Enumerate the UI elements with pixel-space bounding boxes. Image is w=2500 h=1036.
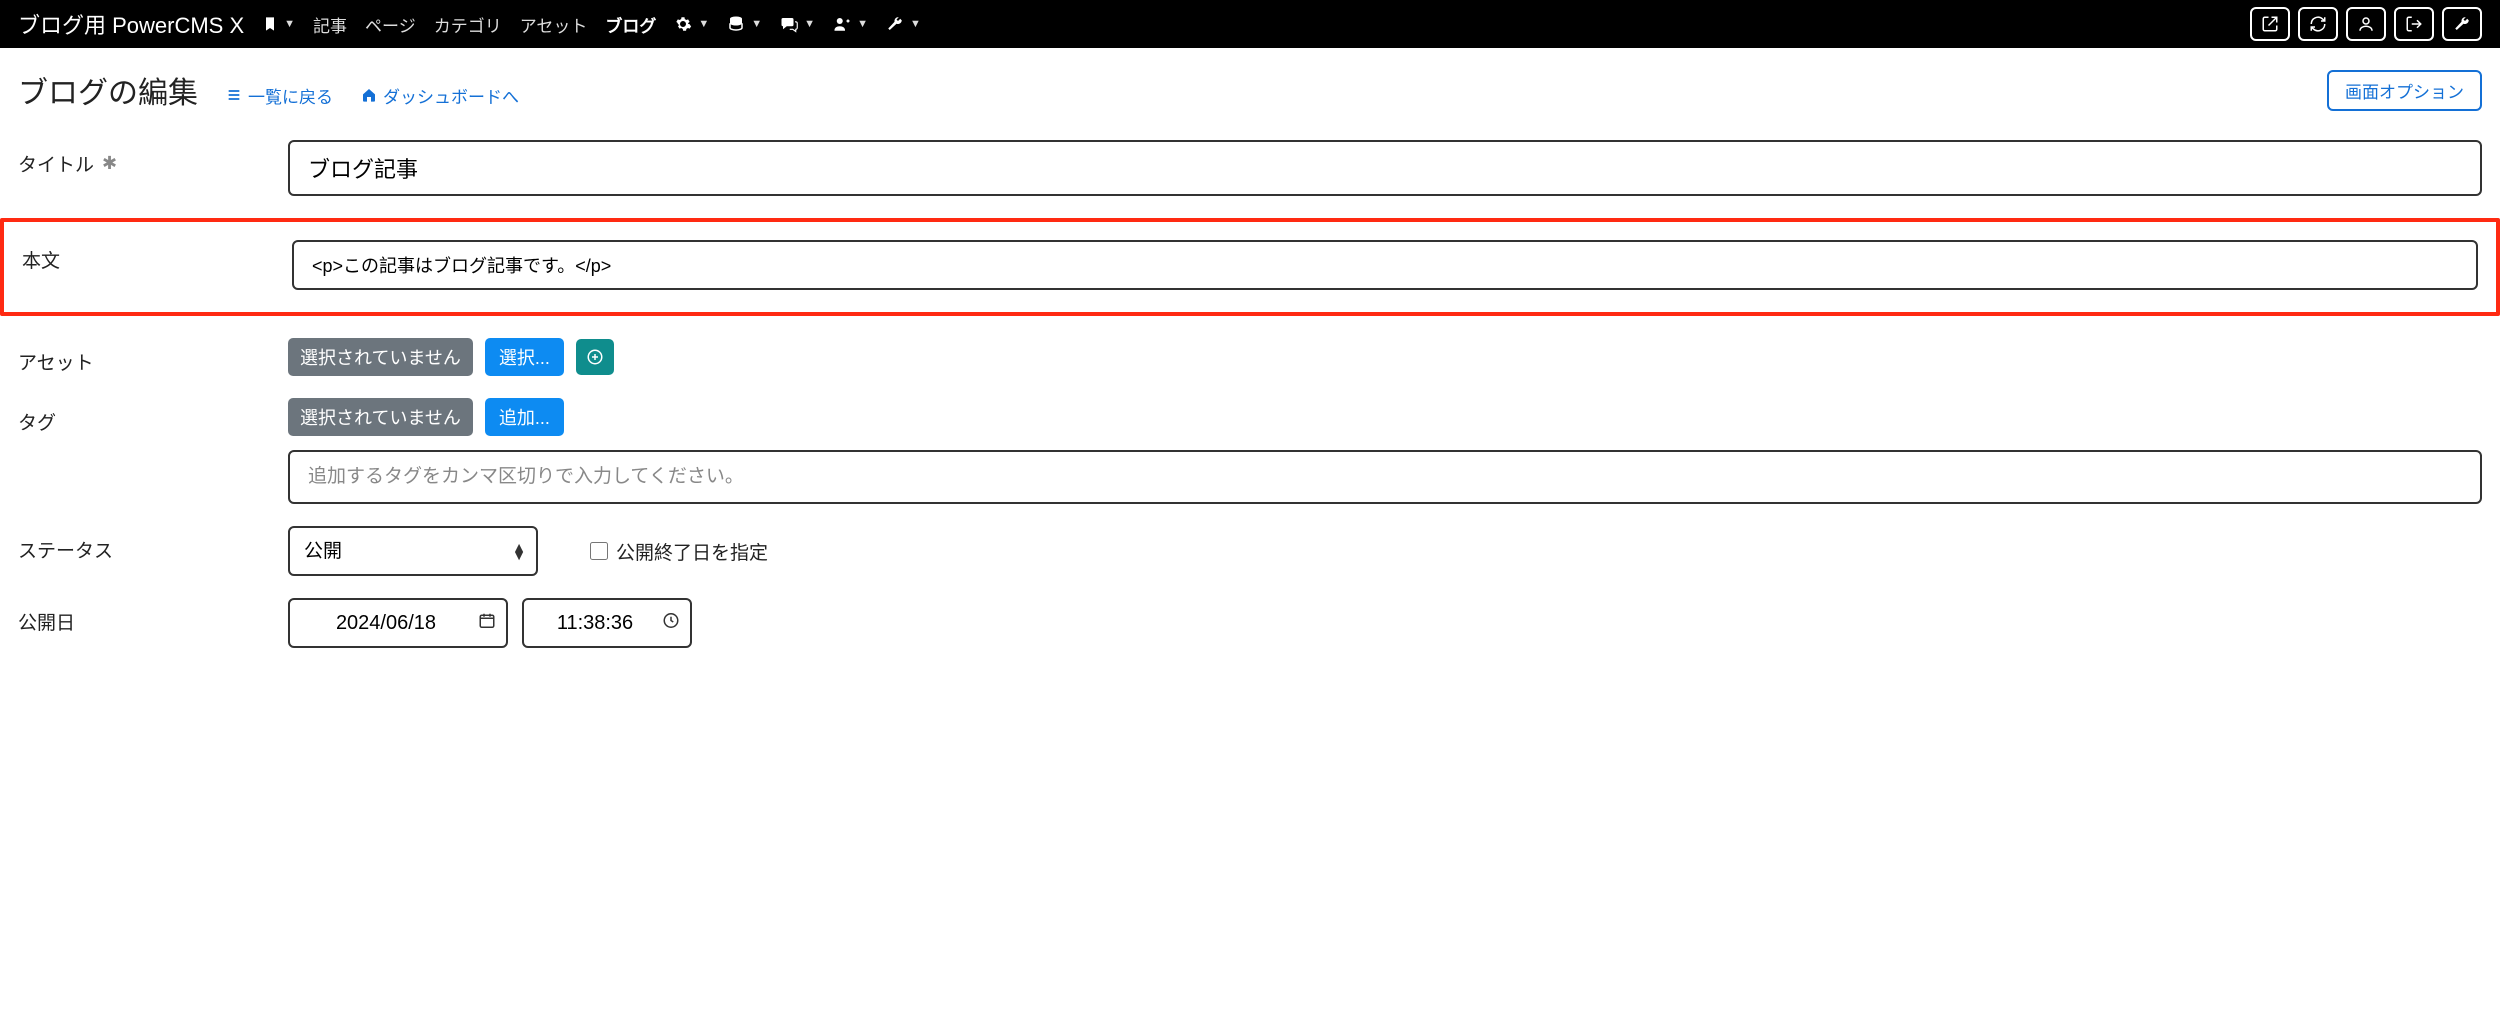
asset-select-button[interactable]: 選択...: [485, 338, 564, 376]
asset-none-badge: 選択されていません: [288, 338, 473, 376]
nav-settings[interactable]: ▼: [674, 15, 709, 33]
list-icon: [226, 87, 242, 103]
label-tag: タグ: [18, 398, 268, 435]
brand-title[interactable]: ブログ用 PowerCMS X: [18, 8, 244, 40]
plus-circle-icon: [586, 348, 604, 366]
wrench-icon: [2453, 15, 2471, 33]
label-status: ステータス: [18, 526, 268, 563]
home-icon: [361, 87, 377, 103]
nav-users[interactable]: ▼: [833, 15, 868, 33]
publish-time-input[interactable]: [522, 598, 692, 648]
page-header: ブログの編集 一覧に戻る ダッシュボードへ 画面オプション: [18, 68, 2482, 112]
external-link-icon: [2261, 15, 2279, 33]
back-to-list-link[interactable]: 一覧に戻る: [226, 83, 333, 108]
tag-input[interactable]: [288, 450, 2482, 504]
bookmark-icon: [262, 16, 278, 32]
refresh-button[interactable]: [2298, 7, 2338, 41]
comments-icon: [780, 15, 798, 33]
row-asset: アセット 選択されていません 選択...: [18, 338, 2482, 376]
nav-item-assets[interactable]: アセット: [520, 12, 588, 37]
user-icon: [2357, 15, 2375, 33]
tag-add-button[interactable]: 追加...: [485, 398, 564, 436]
caret-down-icon: ▼: [698, 18, 709, 30]
row-body-highlighted: 本文: [0, 218, 2500, 316]
page-title: ブログの編集: [18, 68, 198, 112]
label-body: 本文: [22, 240, 272, 273]
caret-down-icon: ▼: [751, 18, 762, 30]
refresh-icon: [2309, 15, 2327, 33]
nav-bookmark[interactable]: ▼: [262, 16, 295, 32]
row-status: ステータス 公開 ▲▼ 公開終了日を指定: [18, 526, 2482, 576]
back-to-list-label: 一覧に戻る: [248, 83, 333, 108]
label-asset: アセット: [18, 338, 268, 375]
nav-item-pages[interactable]: ページ: [365, 12, 416, 37]
logout-icon: [2405, 15, 2423, 33]
nav-comments[interactable]: ▼: [780, 15, 815, 33]
required-icon: ✱: [102, 153, 117, 174]
nav-items: ▼ 記事 ページ カテゴリ アセット ブログ ▼ ▼: [262, 12, 921, 37]
tag-none-badge: 選択されていません: [288, 398, 473, 436]
topbar: ブログ用 PowerCMS X ▼ 記事 ページ カテゴリ アセット ブログ ▼: [0, 0, 2500, 48]
end-date-checkbox[interactable]: [590, 542, 608, 560]
user-plus-icon: [833, 15, 851, 33]
caret-down-icon: ▼: [857, 18, 868, 30]
nav-database[interactable]: ▼: [727, 15, 762, 33]
caret-down-icon: ▼: [284, 18, 295, 30]
nav-item-articles[interactable]: 記事: [313, 12, 347, 37]
end-date-label: 公開終了日を指定: [616, 538, 768, 565]
title-input[interactable]: [288, 140, 2482, 196]
user-button[interactable]: [2346, 7, 2386, 41]
page-header-left: ブログの編集 一覧に戻る ダッシュボードへ: [18, 68, 519, 112]
row-publish-date: 公開日: [18, 598, 2482, 648]
row-tag: タグ 選択されていません 追加...: [18, 398, 2482, 504]
database-icon: [727, 15, 745, 33]
input-col-tag: 選択されていません 追加...: [288, 398, 2482, 504]
external-link-button[interactable]: [2250, 7, 2290, 41]
publish-date-input[interactable]: [288, 598, 508, 648]
input-col-title: [288, 140, 2482, 196]
date-input-wrap: [288, 598, 508, 648]
topbar-left: ブログ用 PowerCMS X ▼ 記事 ページ カテゴリ アセット ブログ ▼: [18, 8, 921, 40]
label-publish: 公開日: [18, 598, 268, 635]
tools-button[interactable]: [2442, 7, 2482, 41]
caret-down-icon: ▼: [804, 18, 815, 30]
logout-button[interactable]: [2394, 7, 2434, 41]
body-input[interactable]: [292, 240, 2478, 290]
label-title: タイトル ✱: [18, 140, 268, 177]
wrench-icon: [886, 15, 904, 33]
asset-add-button[interactable]: [576, 339, 614, 375]
label-title-text: タイトル: [18, 150, 94, 177]
gear-icon: [674, 15, 692, 33]
caret-down-icon: ▼: [910, 18, 921, 30]
input-col-status: 公開 ▲▼ 公開終了日を指定: [288, 526, 2482, 576]
input-col-publish: [288, 598, 2482, 648]
nav-item-categories[interactable]: カテゴリ: [434, 12, 502, 37]
dashboard-label: ダッシュボードへ: [383, 83, 519, 108]
status-select[interactable]: 公開: [288, 526, 538, 576]
status-select-wrap: 公開 ▲▼: [288, 526, 538, 576]
nav-tools[interactable]: ▼: [886, 15, 921, 33]
dashboard-link[interactable]: ダッシュボードへ: [361, 83, 519, 108]
time-input-wrap: [522, 598, 692, 648]
input-col-body: [292, 240, 2478, 290]
input-col-asset: 選択されていません 選択...: [288, 338, 2482, 376]
page-content: ブログの編集 一覧に戻る ダッシュボードへ 画面オプション タイトル ✱: [0, 48, 2500, 710]
topbar-right: [2250, 7, 2482, 41]
row-title: タイトル ✱: [18, 140, 2482, 196]
end-date-checkbox-row[interactable]: 公開終了日を指定: [590, 538, 768, 565]
nav-item-blog[interactable]: ブログ: [605, 12, 656, 37]
screen-options-button[interactable]: 画面オプション: [2327, 70, 2482, 111]
